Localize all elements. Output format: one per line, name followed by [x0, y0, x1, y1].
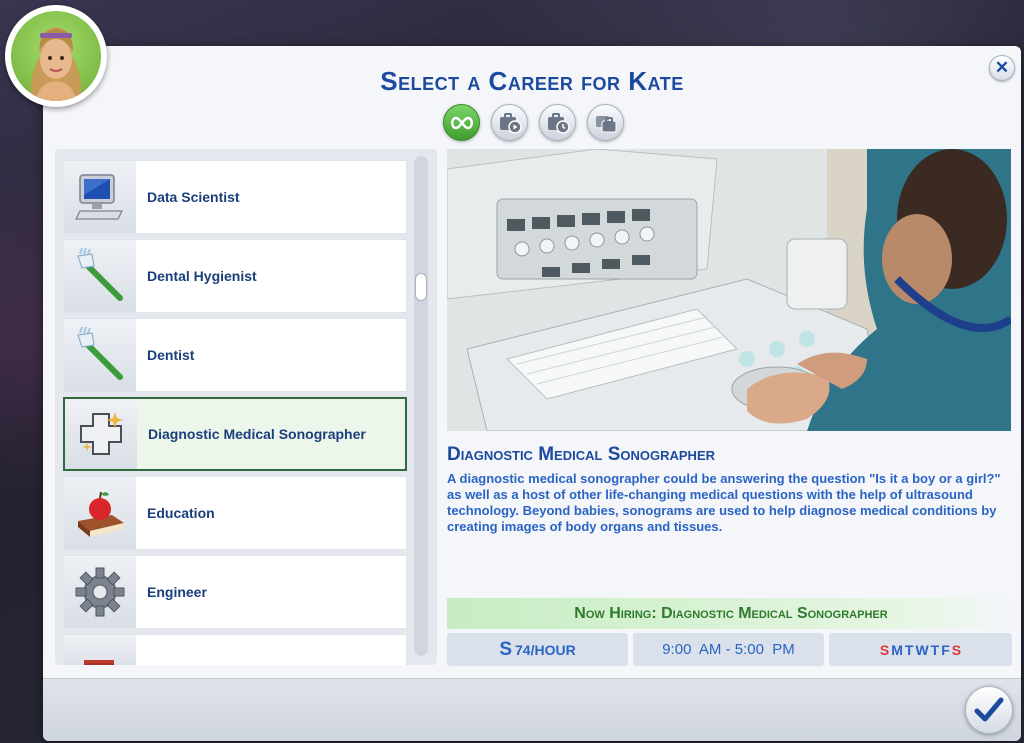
day-saturday: S [951, 641, 962, 658]
filter-all-button[interactable] [443, 104, 480, 141]
toothbrush-icon [77, 327, 123, 380]
career-label: Diagnostic Medical Sonographer [148, 426, 366, 442]
work-hours-text: 9:00 AM - 5:00 PM [662, 641, 795, 658]
close-button[interactable]: ✕ [989, 55, 1015, 81]
toothbrush-icon [77, 248, 123, 301]
day-sunday: S [879, 641, 890, 658]
pay-rate: S 74/HOUR [447, 633, 628, 666]
career-detail-title: Diagnostic Medical Sonographer [447, 444, 716, 465]
filter-active-careers-button[interactable] [491, 104, 528, 141]
medical-cross-icon [80, 412, 123, 455]
career-label: Engineer [147, 584, 207, 600]
scrollbar-thumb[interactable] [415, 273, 427, 301]
day-monday: M [891, 641, 903, 658]
career-item-partial[interactable] [63, 634, 407, 665]
career-label: Data Scientist [147, 189, 240, 205]
briefcase-play-icon [499, 112, 522, 134]
career-item-education[interactable]: Education [63, 476, 407, 550]
dialog-title: Select a Career for Kate [380, 66, 684, 96]
career-label: Dentist [147, 347, 195, 363]
infinity-icon [450, 116, 473, 129]
day-wednesday: W [915, 641, 929, 658]
now-hiring-banner: Now Hiring: Diagnostic Medical Sonograph… [447, 598, 1015, 629]
career-item-dentist[interactable]: Dentist [63, 318, 407, 392]
career-item-data-scientist[interactable]: Data Scientist [63, 160, 407, 234]
career-item-engineer[interactable]: Engineer [63, 555, 407, 629]
close-icon: ✕ [994, 58, 1010, 77]
checkmark-icon [974, 697, 1004, 722]
dialog-footer [43, 678, 1021, 741]
career-list-scrollbar[interactable] [414, 156, 428, 656]
gear-icon [75, 567, 125, 617]
day-friday: F [941, 641, 950, 658]
career-label: Education [147, 505, 215, 521]
work-days: S M T W T F S [829, 633, 1012, 666]
day-thursday: T [930, 641, 940, 658]
career-item-dental-hygienist[interactable]: Dental Hygienist [63, 239, 407, 313]
pay-rate-text: 74/HOUR [515, 641, 576, 658]
filter-part-time-button[interactable] [539, 104, 576, 141]
confirm-button[interactable] [965, 686, 1013, 734]
career-label [147, 635, 397, 665]
briefcases-icon [595, 115, 616, 132]
career-detail-description: A diagnostic medical sonographer could b… [447, 471, 1001, 534]
day-tuesday: T [904, 641, 914, 658]
career-item-diagnostic-medical-sonographer[interactable]: Diagnostic Medical Sonographer [63, 397, 407, 471]
career-list: Data Scientist Dental Hygienist Dentist [55, 149, 437, 665]
apple-book-icon [78, 491, 124, 537]
career-photo [447, 149, 1011, 431]
career-label: Dental Hygienist [147, 268, 257, 284]
computer-monitor-icon [75, 174, 123, 220]
work-hours: 9:00 AM - 5:00 PM [633, 633, 824, 666]
partial-item-icon [84, 660, 114, 665]
briefcase-clock-icon [547, 112, 570, 134]
simoleon-icon: S [499, 638, 512, 660]
filter-odd-jobs-button[interactable] [587, 104, 624, 141]
